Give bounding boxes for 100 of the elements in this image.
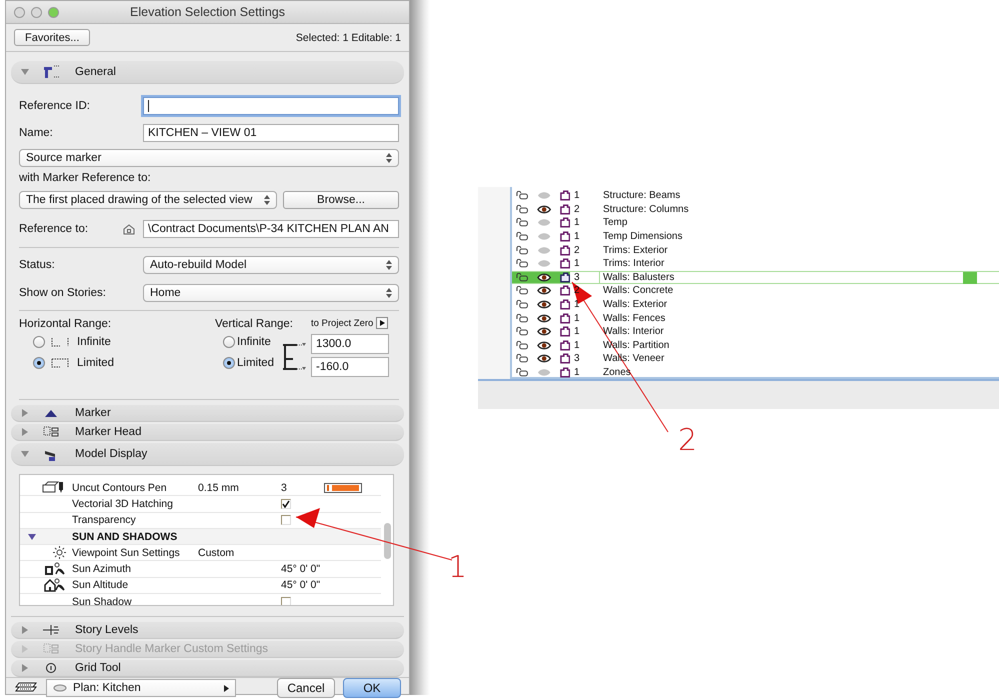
pen-icon [42,481,66,494]
settings-row[interactable]: Sun Altitude 45° 0' 0" [20,578,381,594]
layer-icon[interactable] [560,272,570,283]
layer-color-marker[interactable] [963,272,977,284]
annotation-number: 2 [678,423,698,458]
layer-icon[interactable] [560,299,570,310]
layer-icon[interactable] [560,367,570,378]
view-dropdown[interactable]: Plan: Kitchen [46,679,236,697]
eye-icon[interactable] [537,204,552,214]
disclosure-triangle-icon[interactable] [21,409,29,417]
lock-icon[interactable] [516,368,530,378]
checkbox[interactable] [281,515,291,526]
layer-icon[interactable] [560,326,570,338]
eye-icon[interactable] [537,327,552,336]
section-header[interactable]: Model Display [11,443,404,466]
layer-icon[interactable] [560,353,570,364]
eye-icon[interactable] [537,300,552,310]
layer-row[interactable]: 1 Trims: Interior [512,256,999,271]
section-header[interactable]: Marker Head [11,424,404,441]
layer-row[interactable]: 2 Walls: Concrete [512,284,999,298]
layer-count: 1 [573,298,581,312]
settings-row[interactable]: Uncut Contours Pen 0.15 mm 3 [20,480,381,496]
layer-row[interactable]: 1 Walls: Exterior [512,298,999,312]
disclosure-triangle-icon[interactable] [21,626,29,634]
section-header[interactable]: Marker [11,405,404,422]
layer-row[interactable]: 3 Walls: Balusters [512,270,999,284]
checkbox[interactable] [281,498,291,509]
layer-row[interactable]: 1 Temp [512,216,999,230]
layer-name: Temp [602,217,628,228]
dropdown[interactable]: Home [143,284,399,302]
ok-button[interactable]: OK [343,678,401,698]
radio-button[interactable] [33,336,45,348]
input-field[interactable] [143,97,399,115]
eye-icon[interactable] [537,354,552,364]
radio-button[interactable] [223,336,235,348]
lock-icon[interactable] [516,354,530,364]
disclosure-triangle-icon[interactable] [21,68,29,76]
menu-button[interactable] [376,317,388,329]
lock-icon[interactable] [516,232,530,242]
dropdown[interactable]: Auto-rebuild Model [143,256,399,274]
pen-swatch[interactable] [324,482,362,493]
layer-name: Walls: Fences [602,312,666,324]
eye-icon[interactable] [537,272,552,282]
dropdown[interactable]: Source marker [19,149,399,167]
lock-icon[interactable] [516,286,530,296]
layer-icon[interactable] [560,312,570,324]
settings-row[interactable]: Sun Shadow [20,594,381,605]
lock-icon[interactable] [516,272,530,282]
layer-icon[interactable] [560,190,570,202]
disclosure-triangle-icon[interactable] [21,664,29,672]
section-header[interactable]: Story Levels [11,622,404,639]
disclosure-triangle-icon[interactable] [21,428,29,436]
settings-row[interactable]: Sun Azimuth 45° 0' 0" [20,561,381,578]
input-field[interactable]: -160.0 [311,357,389,377]
layer-row[interactable]: 1 Walls: Fences [512,311,999,325]
cancel-button[interactable]: Cancel [277,678,335,698]
group-row[interactable]: SUN AND SHADOWS [20,528,381,546]
layer-icon[interactable] [560,217,570,228]
lock-icon[interactable] [516,191,530,200]
layer-icon[interactable] [560,204,570,215]
lock-icon[interactable] [516,327,530,336]
layer-icon[interactable] [560,340,570,351]
checkbox[interactable] [281,596,291,605]
setting-label: Sun Shadow [72,596,133,605]
lock-icon[interactable] [516,340,530,350]
radio-button[interactable] [33,357,45,369]
layer-icon[interactable] [560,231,570,242]
layer-icon[interactable] [560,244,570,256]
layer-row[interactable]: 1 Zones [512,366,999,380]
favorites-button[interactable]: Favorites... [14,29,90,46]
layer-name: Temp Dimensions [602,231,682,242]
eye-icon[interactable] [537,314,552,323]
layer-icon[interactable] [560,258,570,270]
layer-row[interactable]: 1 Temp Dimensions [512,230,999,244]
section-header[interactable]: General [11,61,404,84]
input-field[interactable]: 1300.0 [311,334,389,354]
scrollbar-thumb[interactable] [384,523,391,559]
disclosure-triangle-icon[interactable] [28,532,36,541]
lock-icon[interactable] [516,204,530,214]
layer-row[interactable]: 1 Structure: Beams [512,189,999,203]
layer-row[interactable]: 2 Trims: Exterior [512,243,999,257]
eye-icon[interactable] [537,286,552,296]
section-header[interactable]: Grid Tool [11,660,404,677]
eye-icon[interactable] [537,340,552,350]
radio-button[interactable] [223,357,235,369]
lock-icon[interactable] [516,218,530,228]
input-field[interactable]: KITCHEN – VIEW 01 [143,124,399,142]
lock-icon[interactable] [516,246,530,255]
disclosure-triangle-icon[interactable] [21,450,29,458]
dropdown[interactable]: The first placed drawing of the selected view [19,191,277,209]
lock-icon[interactable] [516,259,530,268]
lock-icon[interactable] [516,314,530,323]
layer-row[interactable]: 2 Structure: Columns [512,202,999,216]
layer-count: 1 [573,366,581,380]
pen-number: 3 [281,482,288,494]
browse-button[interactable]: Browse... [283,191,399,209]
lock-icon[interactable] [516,300,530,310]
layer-icon[interactable] [560,285,570,296]
settings-row[interactable]: Vectorial 3D Hatching [20,496,381,513]
settings-row[interactable]: Viewpoint Sun Settings Custom [20,545,381,562]
